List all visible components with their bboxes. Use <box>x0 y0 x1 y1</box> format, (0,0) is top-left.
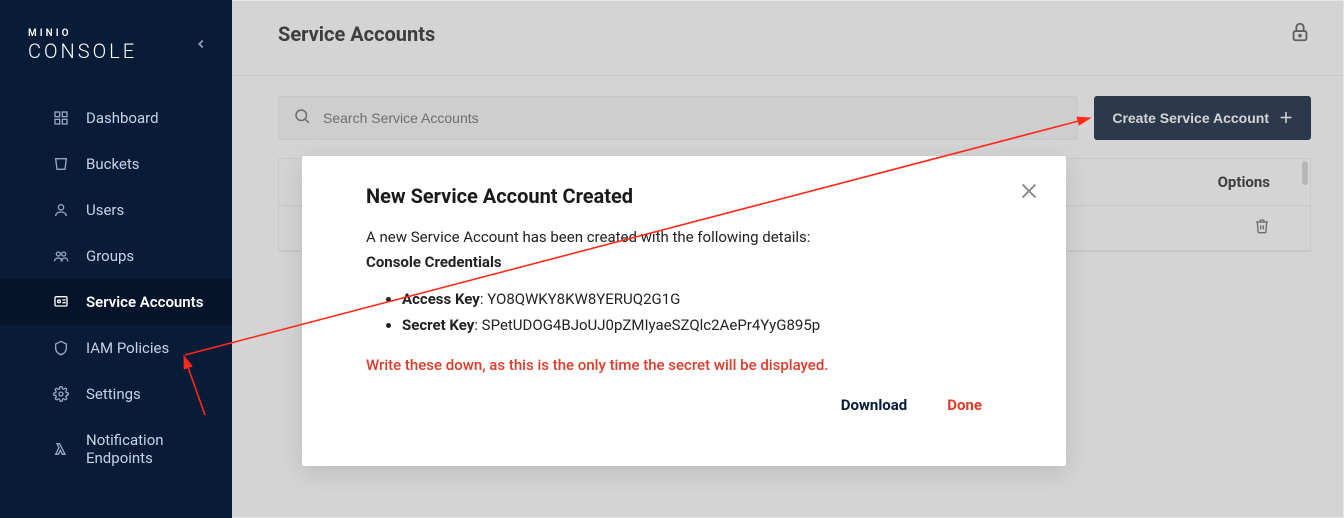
sidebar-item-groups[interactable]: Groups <box>0 233 232 279</box>
modal-subtitle: Console Credentials <box>366 251 1032 274</box>
brand-big: CONSOLE <box>28 39 137 63</box>
sidebar-item-label: Notification Endpoints <box>52 431 208 467</box>
sidebar-item-label: Service Accounts <box>52 293 203 311</box>
service-accounts-icon <box>52 293 70 311</box>
access-key-row: Access Key: YO8QWKY8KW8YERUQ2G1G <box>402 287 1032 313</box>
access-key-label: Access Key <box>402 290 480 308</box>
lambda-icon <box>52 440 70 458</box>
secret-key-label: Secret Key <box>402 316 474 334</box>
secret-key-row: Secret Key: SPetUDOG4BJoUJ0pZMIyaeSZQlc2… <box>402 313 1032 339</box>
groups-icon <box>52 247 70 265</box>
sidebar-item-notification-endpoints[interactable]: Notification Endpoints <box>0 417 232 481</box>
download-button[interactable]: Download <box>841 396 908 414</box>
shield-icon <box>52 339 70 357</box>
sidebar-item-dashboard[interactable]: Dashboard <box>0 95 232 141</box>
sidebar-item-iam-policies[interactable]: IAM Policies <box>0 325 232 371</box>
secret-key-value: SPetUDOG4BJoUJ0pZMIyaeSZQlc2AePr4YyG895p <box>482 316 821 334</box>
modal-title: New Service Account Created <box>366 184 1032 208</box>
user-icon <box>52 201 70 219</box>
dashboard-icon <box>52 109 70 127</box>
done-button[interactable]: Done <box>947 396 982 414</box>
gear-icon <box>52 385 70 403</box>
chevron-left-icon[interactable] <box>194 36 208 55</box>
sidebar-item-users[interactable]: Users <box>0 187 232 233</box>
logo: MINIO CONSOLE <box>0 0 232 95</box>
modal-intro: A new Service Account has been created w… <box>366 226 1032 249</box>
sidebar-item-settings[interactable]: Settings <box>0 371 232 417</box>
sidebar-item-buckets[interactable]: Buckets <box>0 141 232 187</box>
sidebar-item-service-accounts[interactable]: Service Accounts <box>0 279 232 325</box>
close-icon[interactable] <box>1018 180 1040 206</box>
modal-warning: Write these down, as this is the only ti… <box>366 356 1032 374</box>
access-key-value: YO8QWKY8KW8YERUQ2G1G <box>487 290 680 308</box>
bucket-icon <box>52 155 70 173</box>
service-account-created-modal: New Service Account Created A new Servic… <box>302 156 1066 466</box>
brand-small: MINIO <box>28 28 137 39</box>
sidebar: MINIO CONSOLE Dashboard Buckets Users Gr… <box>0 0 232 518</box>
